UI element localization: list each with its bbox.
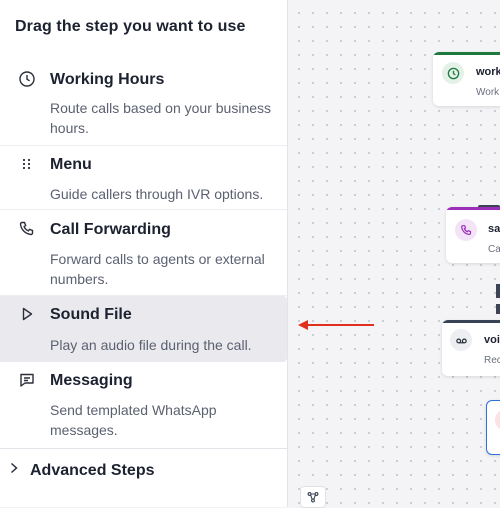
step-name: Working Hours — [50, 71, 165, 88]
node-accent-bar — [433, 52, 500, 55]
step-call-forwarding[interactable]: Call Forwarding Forward calls to agents … — [0, 210, 287, 296]
node-icon — [495, 409, 500, 431]
step-menu[interactable]: Menu Guide callers through IVR options. — [0, 146, 287, 210]
node-subtitle: Work — [476, 87, 500, 98]
dial-pad-icon — [18, 156, 36, 174]
play-icon — [18, 305, 36, 323]
node-title: work — [476, 66, 500, 78]
node-accent-bar — [446, 207, 500, 210]
step-name: Sound File — [50, 306, 132, 323]
step-name: Call Forwarding — [50, 221, 171, 238]
clock-icon — [18, 70, 36, 88]
node-subtitle: Rec — [484, 355, 500, 366]
flow-node-partial[interactable] — [486, 400, 500, 455]
network-icon — [307, 492, 319, 503]
advanced-steps-label: Advanced Steps — [30, 462, 155, 479]
sidebar-title: Drag the step you want to use — [15, 18, 246, 35]
step-messaging[interactable]: Messaging Send templated WhatsApp messag… — [0, 362, 287, 448]
node-subtitle: Ca — [488, 244, 500, 255]
graph-layout-button[interactable] — [300, 486, 326, 508]
step-name: Messaging — [50, 372, 133, 389]
arrow-left-icon — [298, 320, 374, 330]
phone-icon — [455, 219, 477, 241]
step-description: Forward calls to agents or external numb… — [50, 251, 265, 287]
node-accent-bar — [442, 320, 500, 323]
message-icon — [18, 371, 36, 389]
step-name: Menu — [50, 156, 92, 173]
step-description: Send templated WhatsApp messages. — [50, 402, 217, 438]
node-title: sa — [488, 223, 500, 235]
phone-icon — [18, 220, 36, 238]
step-working-hours[interactable]: Working Hours Route calls based on your … — [0, 58, 287, 146]
step-sound-file[interactable]: Sound File Play an audio file during the… — [0, 296, 287, 362]
flow-node-voicemail[interactable]: voi Rec — [442, 320, 500, 376]
step-description: Guide callers through IVR options. — [50, 186, 264, 202]
step-palette-sidebar: Drag the step you want to use Working Ho… — [0, 0, 288, 507]
step-description: Play an audio file during the call. — [50, 337, 252, 353]
node-title: voi — [484, 334, 500, 346]
flow-node-call[interactable]: sa Ca — [446, 207, 500, 263]
chevron-right-icon — [8, 461, 20, 475]
clock-icon — [442, 62, 464, 84]
flow-node-working-hours[interactable]: work Work — [433, 52, 500, 106]
node-connector — [496, 284, 500, 298]
node-connector — [496, 304, 500, 314]
voicemail-icon — [450, 329, 472, 351]
advanced-steps-toggle[interactable]: Advanced Steps — [0, 448, 287, 494]
step-description: Route calls based on your business hours… — [50, 100, 272, 136]
